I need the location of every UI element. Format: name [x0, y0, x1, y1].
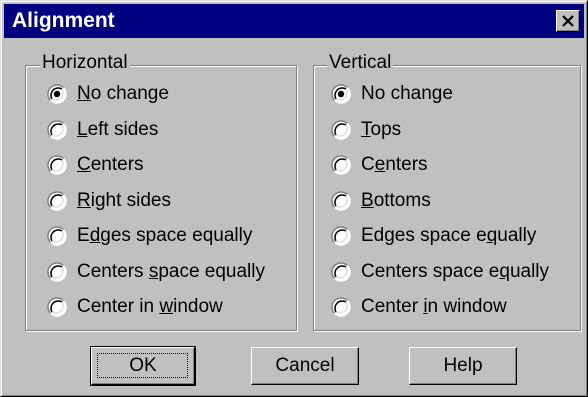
label-text: ottoms	[373, 190, 431, 211]
horizontal-option-label: Centers	[77, 152, 144, 178]
dialog-title: Alignment	[12, 9, 115, 32]
radio-unchecked-icon[interactable]	[331, 155, 351, 175]
radio-unchecked-icon[interactable]	[47, 155, 67, 175]
ok-button-label: OK	[129, 355, 157, 376]
label-mnemonic: q	[499, 261, 510, 282]
radio-unchecked-icon[interactable]	[47, 191, 67, 211]
radio-checked-icon[interactable]	[331, 84, 351, 104]
radio-unchecked-icon[interactable]	[331, 120, 351, 140]
label-mnemonic: N	[77, 83, 91, 104]
label-text: ops	[370, 119, 402, 140]
label-mnemonic: q	[486, 225, 498, 246]
label-text: Center in	[77, 296, 160, 317]
horizontal-option-label: Right sides	[77, 188, 171, 214]
label-text: ually	[509, 261, 550, 282]
horizontal-option-label: No change	[77, 81, 169, 107]
label-text: ually	[497, 225, 537, 246]
label-text: n window	[427, 296, 507, 317]
label-mnemonic: e	[374, 154, 386, 175]
radio-unchecked-icon[interactable]	[331, 226, 351, 246]
label-mnemonic: C	[77, 154, 91, 175]
label-mnemonic: d	[89, 225, 101, 246]
vertical-option-label: Centers space equally	[361, 259, 549, 285]
label-mnemonic: R	[77, 190, 91, 211]
radio-unchecked-icon[interactable]	[331, 191, 351, 211]
label-text: Edges space e	[361, 225, 487, 246]
radio-unchecked-icon[interactable]	[331, 262, 351, 282]
radio-unchecked-icon[interactable]	[331, 297, 351, 317]
cancel-button-label: Cancel	[275, 355, 335, 376]
label-text: ges space equally	[100, 225, 253, 246]
vertical-group-label: Vertical	[327, 52, 394, 74]
label-text: indow	[173, 296, 223, 317]
radio-unchecked-icon[interactable]	[47, 120, 67, 140]
label-text: Centers	[77, 261, 149, 282]
horizontal-option-label: Edges space equally	[77, 223, 252, 249]
label-mnemonic: B	[361, 190, 374, 211]
vertical-option-label: Edges space equally	[361, 223, 536, 249]
label-text: enters	[90, 154, 144, 175]
label-mnemonic: w	[159, 296, 174, 317]
horizontal-option-label: Left sides	[77, 117, 158, 143]
help-button[interactable]: Help	[409, 347, 517, 385]
horizontal-group-label: Horizontal	[40, 52, 130, 74]
label-text: ight sides	[90, 190, 172, 211]
label-mnemonic: s	[148, 261, 159, 282]
label-text: E	[77, 225, 90, 246]
close-button[interactable]	[556, 10, 580, 32]
radio-unchecked-icon[interactable]	[47, 297, 67, 317]
vertical-option-label: Tops	[361, 117, 401, 143]
radio-unchecked-icon[interactable]	[47, 262, 67, 282]
radio-unchecked-icon[interactable]	[47, 226, 67, 246]
label-text: o change	[90, 83, 169, 104]
vertical-option-label: No change	[361, 81, 453, 107]
label-text: No change	[361, 83, 453, 104]
label-text: nters	[385, 154, 428, 175]
vertical-option-label: Center in window	[361, 294, 507, 320]
label-text: Centers space e	[361, 261, 500, 282]
ok-button[interactable]: OK	[90, 346, 196, 386]
label-text: C	[361, 154, 375, 175]
close-icon	[562, 15, 574, 27]
vertical-option-label: Centers	[361, 152, 428, 178]
label-mnemonic: L	[77, 119, 88, 140]
vertical-option-label: Bottoms	[361, 188, 431, 214]
label-mnemonic: T	[361, 119, 371, 140]
label-text: eft sides	[87, 119, 159, 140]
label-text: Center	[361, 296, 424, 317]
help-button-label: Help	[443, 355, 483, 376]
cancel-button[interactable]: Cancel	[251, 347, 359, 385]
horizontal-option-label: Center in window	[77, 294, 223, 320]
label-text: pace equally	[158, 261, 266, 282]
title-bar[interactable]: Alignment	[4, 4, 584, 38]
alignment-dialog: Alignment Horizontal Vertical No change L…	[0, 0, 588, 397]
radio-checked-icon[interactable]	[47, 84, 67, 104]
horizontal-option-label: Centers space equally	[77, 259, 265, 285]
